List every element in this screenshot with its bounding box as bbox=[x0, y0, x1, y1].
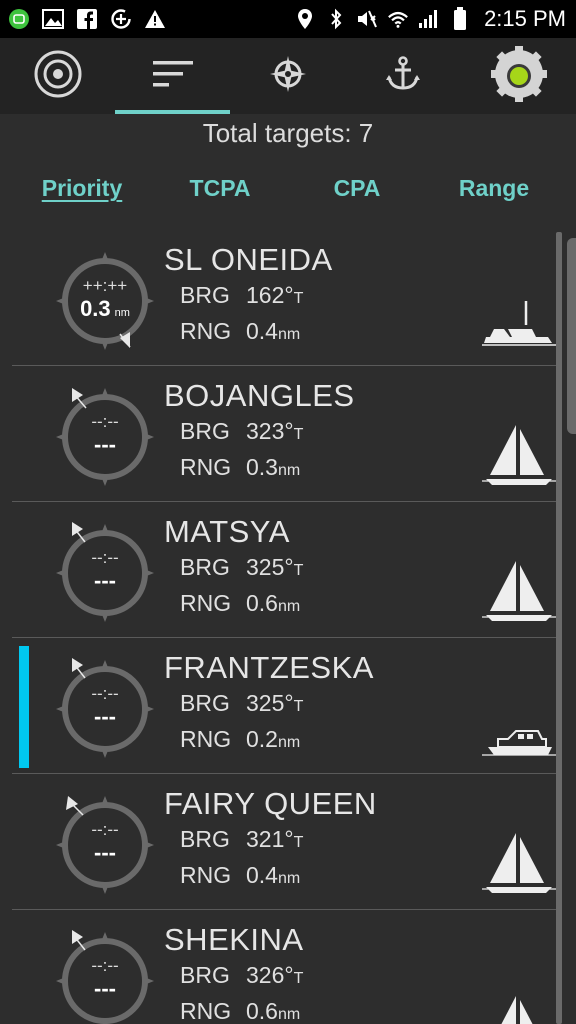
range-line: RNG 0.4nm bbox=[180, 318, 301, 344]
radar-target-icon bbox=[33, 49, 83, 104]
tcpa-value: ++:++ bbox=[82, 276, 128, 295]
bluetooth-icon bbox=[325, 8, 347, 30]
device-settings-button[interactable] bbox=[461, 38, 576, 114]
sailboat-icon bbox=[482, 833, 558, 893]
cruiser-icon bbox=[482, 730, 558, 756]
settings-gear-icon bbox=[489, 44, 549, 109]
sort-range-tab[interactable]: Range bbox=[424, 175, 564, 202]
range-line: RNG 0.6nm bbox=[180, 998, 301, 1024]
messenger-notification-icon bbox=[8, 8, 30, 30]
target-row[interactable]: --:-- --- MATSYA BRG 325°T RNG 0.6nm bbox=[12, 502, 562, 638]
bearing-line: BRG 325°T bbox=[180, 690, 304, 716]
wifi-icon bbox=[387, 8, 409, 30]
range-line: RNG 0.3nm bbox=[180, 454, 301, 480]
radar-view-button[interactable] bbox=[0, 38, 115, 114]
target-list[interactable]: ++:++ 0.3 nm SL ONEIDA BRG 162°T RNG 0.4nm … bbox=[12, 230, 562, 1024]
anchor-icon bbox=[385, 55, 420, 97]
location-icon bbox=[294, 8, 316, 30]
range-line: RNG 0.4nm bbox=[180, 862, 301, 888]
edge-panel-handle[interactable] bbox=[567, 238, 576, 434]
tcpa-value: --:-- bbox=[91, 956, 119, 975]
target-row[interactable]: --:-- --- BOJANGLES BRG 323°T RNG 0.3nm bbox=[12, 366, 562, 502]
cpa-value: --- bbox=[94, 976, 116, 1001]
mute-icon bbox=[356, 8, 378, 30]
bearing-line: BRG 323°T bbox=[180, 418, 304, 444]
image-notification-icon bbox=[42, 8, 64, 30]
target-name: MATSYA bbox=[164, 514, 290, 549]
range-line: RNG 0.6nm bbox=[180, 590, 301, 616]
target-name: FAIRY QUEEN bbox=[164, 786, 377, 821]
target-name: BOJANGLES bbox=[164, 378, 355, 413]
active-tab-indicator bbox=[115, 110, 230, 114]
list-sort-icon bbox=[151, 59, 195, 94]
cpa-value: --- bbox=[94, 568, 116, 593]
status-time: 2:15 PM bbox=[484, 6, 566, 31]
tcpa-value: --:-- bbox=[91, 412, 119, 431]
sailboat-icon bbox=[501, 996, 533, 1024]
compass-view-button[interactable] bbox=[230, 38, 345, 114]
cpa-value: --- bbox=[94, 840, 116, 865]
target-row-selected[interactable]: --:-- --- FRANTZESKA BRG 325°T RNG 0.2nm bbox=[12, 638, 562, 774]
selection-marker bbox=[19, 646, 29, 768]
sort-tcpa-tab[interactable]: TCPA bbox=[150, 175, 290, 202]
bearing-line: BRG 325°T bbox=[180, 554, 304, 580]
tcpa-value: --:-- bbox=[91, 548, 119, 567]
bearing-line: BRG 321°T bbox=[180, 826, 304, 852]
list-scrollbar[interactable] bbox=[556, 232, 562, 1024]
target-name: SHEKINA bbox=[164, 922, 304, 957]
target-list-button[interactable] bbox=[115, 38, 230, 114]
facebook-icon bbox=[76, 8, 98, 30]
data-saver-icon bbox=[110, 8, 132, 30]
target-row[interactable]: --:-- --- FAIRY QUEEN BRG 321°T RNG 0.4nm bbox=[12, 774, 562, 910]
sailboat-icon bbox=[482, 561, 558, 621]
cpa-value: --- bbox=[94, 704, 116, 729]
total-targets-label: Total targets: 7 bbox=[202, 118, 374, 148]
target-name: FRANTZESKA bbox=[164, 650, 374, 685]
battery-icon bbox=[449, 7, 471, 30]
motorboat-icon bbox=[482, 301, 558, 346]
anchor-watch-button[interactable] bbox=[345, 38, 460, 114]
signal-icon bbox=[418, 8, 440, 30]
compass-rose-icon bbox=[268, 54, 308, 99]
target-row[interactable]: --:-- --- SHEKINA BRG 326°T RNG 0.6nm bbox=[12, 910, 562, 1024]
top-toolbar bbox=[0, 38, 576, 114]
target-name: SL ONEIDA bbox=[164, 242, 333, 277]
warning-icon bbox=[144, 8, 166, 30]
bearing-line: BRG 326°T bbox=[180, 962, 304, 988]
sort-tabs: Priority TCPA CPA Range bbox=[0, 175, 576, 215]
target-row[interactable]: ++:++ 0.3 nm SL ONEIDA BRG 162°T RNG 0.4nm bbox=[12, 230, 562, 366]
sort-priority-tab[interactable]: Priority bbox=[12, 175, 152, 202]
cpa-value: 0.3 nm bbox=[80, 296, 130, 321]
status-bar: 2:15 PM bbox=[0, 0, 576, 38]
tcpa-value: --:-- bbox=[91, 820, 119, 839]
range-line: RNG 0.2nm bbox=[180, 726, 301, 752]
sort-cpa-tab[interactable]: CPA bbox=[287, 175, 427, 202]
sailboat-icon bbox=[482, 425, 558, 485]
tcpa-value: --:-- bbox=[91, 684, 119, 703]
cpa-value: --- bbox=[94, 432, 116, 457]
bearing-line: BRG 162°T bbox=[180, 282, 304, 308]
